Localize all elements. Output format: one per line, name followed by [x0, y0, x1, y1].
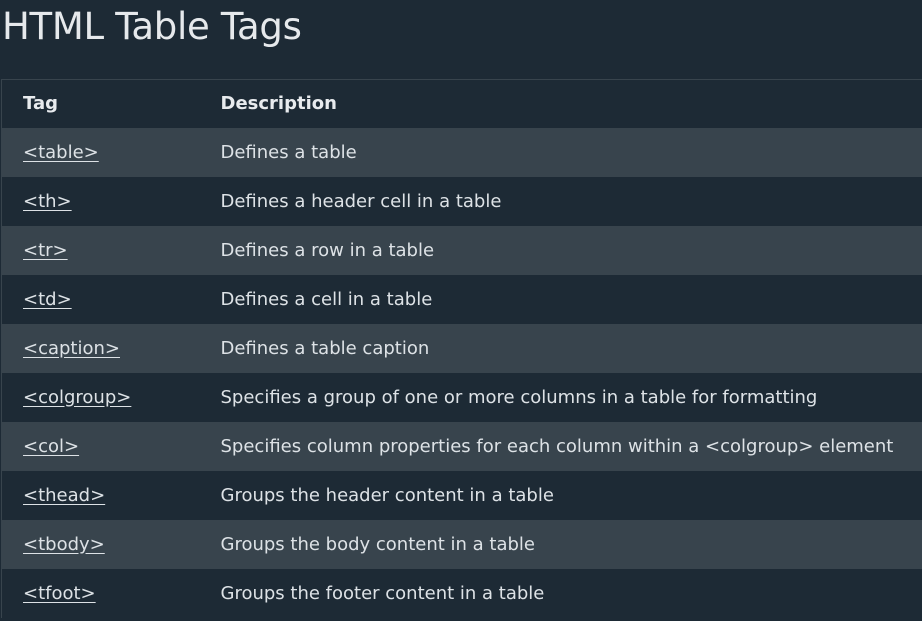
- tag-cell: <col>: [2, 422, 200, 471]
- tag-link-th[interactable]: <th>: [23, 191, 72, 212]
- description-cell: Specifies a group of one or more columns…: [220, 386, 818, 408]
- column-header-tag: Tag: [1, 79, 200, 128]
- table-row: <table> Defines a table: [1, 127, 922, 177]
- table-row: <thead> Groups the header content in a t…: [1, 470, 922, 520]
- description-cell: Defines a header cell in a table: [220, 190, 502, 212]
- tag-link-thead[interactable]: <thead>: [23, 485, 105, 506]
- tag-link-tfoot[interactable]: <tfoot>: [23, 583, 96, 604]
- table-row: <tfoot> Groups the footer content in a t…: [1, 568, 922, 618]
- table-row: <th> Defines a header cell in a table: [1, 176, 922, 226]
- tag-cell: <td>: [2, 275, 200, 324]
- description-cell: Defines a table caption: [220, 337, 430, 359]
- tags-table: Tag Description <table> Defines a table …: [1, 79, 922, 618]
- column-header-description: Description: [199, 79, 922, 128]
- table-row: <td> Defines a cell in a table: [1, 274, 922, 324]
- tag-cell: <tfoot>: [2, 569, 200, 618]
- description-cell: Groups the footer content in a table: [220, 582, 545, 604]
- tag-link-tr[interactable]: <tr>: [23, 240, 68, 261]
- tag-link-table[interactable]: <table>: [23, 142, 99, 163]
- tag-cell: <th>: [2, 177, 200, 226]
- tag-cell: <thead>: [2, 471, 200, 520]
- tag-link-tbody[interactable]: <tbody>: [23, 534, 105, 555]
- description-cell: Groups the header content in a table: [220, 484, 554, 506]
- table-row: <caption> Defines a table caption: [1, 323, 922, 373]
- tag-link-colgroup[interactable]: <colgroup>: [23, 387, 131, 408]
- tag-cell: <tr>: [2, 226, 200, 275]
- tag-cell: <table>: [2, 128, 200, 177]
- table-row: <colgroup> Specifies a group of one or m…: [1, 372, 922, 422]
- description-cell: Defines a row in a table: [220, 239, 435, 261]
- tag-link-col[interactable]: <col>: [23, 436, 79, 457]
- page-title: HTML Table Tags: [2, 5, 302, 48]
- tag-cell: <caption>: [2, 324, 200, 373]
- tag-cell: <colgroup>: [2, 373, 200, 422]
- description-cell: Groups the body content in a table: [220, 533, 536, 555]
- description-cell: Defines a cell in a table: [220, 288, 433, 310]
- tag-link-caption[interactable]: <caption>: [23, 338, 120, 359]
- table-header-row: Tag Description: [1, 79, 922, 128]
- table-row: <tbody> Groups the body content in a tab…: [1, 519, 922, 569]
- tag-cell: <tbody>: [2, 520, 200, 569]
- table-row: <col> Specifies column properties for ea…: [1, 421, 922, 471]
- table-row: <tr> Defines a row in a table: [1, 225, 922, 275]
- tag-link-td[interactable]: <td>: [23, 289, 72, 310]
- description-cell: Defines a table: [220, 141, 357, 163]
- description-cell: Specifies column properties for each col…: [220, 435, 894, 457]
